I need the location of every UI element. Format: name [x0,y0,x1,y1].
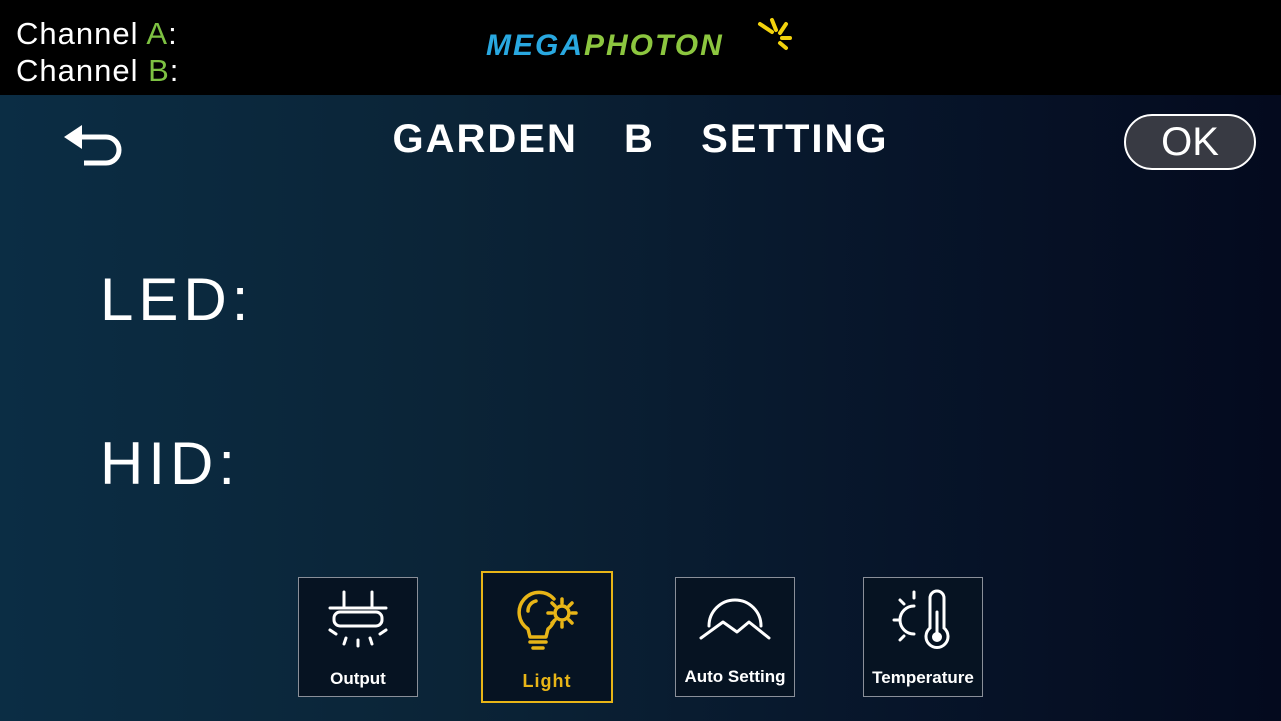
tab-temperature-label: Temperature [872,668,974,687]
tab-output-label: Output [330,669,386,688]
channel-a-letter: A [146,16,169,51]
channel-a-status: Channel A: [16,16,178,52]
ok-button[interactable]: OK [1124,114,1256,170]
logo-photon-text: PHOTON [584,29,724,62]
channel-b-letter: B [148,53,170,88]
hid-label: HID: [100,430,240,497]
channel-b-status: Channel B: [16,53,179,89]
sun-rays-icon [758,18,792,50]
tab-light[interactable]: Light [481,571,613,703]
sun-thermometer-icon [892,589,950,649]
megaphoton-logo: MEGAPHOTON [486,14,806,74]
settings-panel: GARDEN B SETTING OK LED: HID: Output Lig… [0,95,1281,721]
tab-light-label: Light [522,671,572,691]
tab-temperature[interactable]: Temperature [863,577,983,697]
bulb-gear-icon [517,590,578,650]
page-title: GARDEN B SETTING [392,117,889,161]
channel-b-prefix: Channel [16,53,149,88]
tab-auto-setting[interactable]: Auto Setting [675,577,795,697]
led-label: LED: [100,266,254,333]
channel-a-prefix: Channel [16,16,147,51]
tab-auto-setting-label: Auto Setting [684,667,786,686]
lamp-fixture-icon [328,590,388,648]
channel-b-suffix: : [169,53,180,88]
top-bar: Channel A: Channel B: MEGAPHOTON [0,0,1281,95]
tab-output[interactable]: Output [298,577,418,697]
channel-a-suffix: : [168,16,178,51]
logo-mega-text: MEGA [486,29,584,62]
sunrise-mountain-icon [699,598,771,640]
